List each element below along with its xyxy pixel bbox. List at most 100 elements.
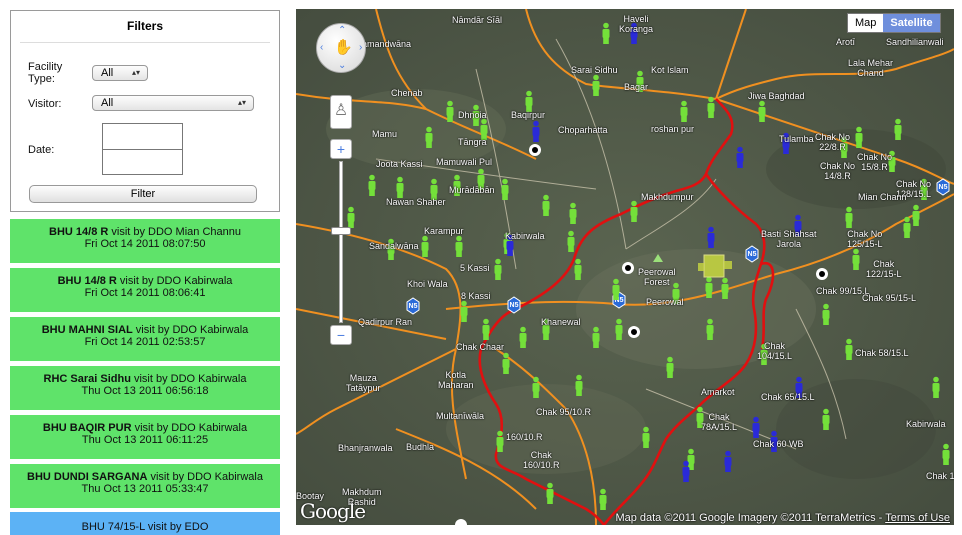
zoom-control[interactable]: + − (330, 139, 352, 345)
person-marker-icon[interactable] (396, 176, 404, 198)
person-marker-icon[interactable] (932, 376, 940, 398)
person-marker-icon[interactable] (615, 318, 623, 340)
place-label: Karampur (424, 226, 464, 236)
map-type-map-button[interactable]: Map (848, 14, 883, 32)
map-type-control[interactable]: Map Satellite (847, 13, 941, 33)
person-marker-icon[interactable] (546, 482, 554, 504)
pan-control[interactable]: ⌃ ⌄ ‹ › ✋ (316, 23, 366, 73)
map-type-satellite-button[interactable]: Satellite (883, 14, 940, 32)
person-marker-icon[interactable] (630, 200, 638, 222)
person-marker-icon[interactable] (822, 303, 830, 325)
facility-type-label: Facility Type: (28, 61, 63, 85)
person-marker-icon[interactable] (706, 318, 714, 340)
filters-divider (20, 42, 270, 43)
zoom-slider-track[interactable] (339, 161, 343, 323)
person-marker-icon[interactable] (758, 100, 766, 122)
place-label: Chak 58/15.L (855, 348, 909, 358)
person-marker-icon[interactable] (642, 426, 650, 448)
visit-facility: BHU MAHNI SIAL (41, 324, 133, 336)
date-field[interactable] (102, 123, 183, 175)
person-marker-icon[interactable] (446, 100, 454, 122)
person-marker-icon[interactable] (425, 126, 433, 148)
person-marker-icon[interactable] (501, 178, 509, 200)
pan-down-icon[interactable]: ⌄ (338, 60, 346, 71)
pan-up-icon[interactable]: ⌃ (338, 25, 346, 36)
hand-icon[interactable]: ✋ (334, 38, 353, 56)
person-marker-icon[interactable] (532, 376, 540, 398)
person-marker-icon[interactable] (494, 258, 502, 280)
n5-shield-icon: N5 (507, 296, 521, 314)
zoom-slider-thumb[interactable] (331, 227, 351, 235)
visit-visitor: visit by DDO Kabirwala (131, 422, 248, 434)
person-marker-icon[interactable] (894, 118, 902, 140)
person-marker-icon[interactable] (575, 374, 583, 396)
visitor-select[interactable]: All ▴▾ (92, 95, 254, 111)
person-marker-icon[interactable] (532, 120, 540, 142)
person-marker-icon[interactable] (724, 450, 732, 472)
person-marker-icon[interactable] (567, 230, 575, 252)
person-marker-icon[interactable] (752, 416, 760, 438)
place-label: Haveli Koranga (619, 14, 654, 34)
visit-item-partial[interactable]: BHU 74/15-L visit by EDO (10, 512, 280, 535)
person-marker-icon[interactable] (682, 460, 690, 482)
pan-right-icon[interactable]: › (359, 42, 362, 53)
visit-visitor: visit by DDO Kabirwala (130, 373, 247, 385)
visit-item[interactable]: RHC Sarai Sidhu visit by DDO Kabirwala T… (10, 366, 280, 410)
person-marker-icon[interactable] (502, 352, 510, 374)
person-marker-icon[interactable] (496, 430, 504, 452)
person-marker-icon[interactable] (912, 204, 920, 226)
person-marker-icon[interactable] (707, 96, 715, 118)
person-marker-icon[interactable] (705, 276, 713, 298)
person-marker-icon[interactable] (592, 326, 600, 348)
place-label: Bagar (624, 82, 649, 92)
place-label: Mamu (372, 129, 398, 139)
person-marker-icon[interactable] (525, 90, 533, 112)
person-marker-icon[interactable] (666, 356, 674, 378)
person-marker-icon[interactable] (845, 206, 853, 228)
terms-of-use-link[interactable]: Terms of Use (885, 512, 950, 524)
visit-item[interactable]: BHU 14/8 R visit by DDO Kabirwala Fri Oc… (10, 268, 280, 312)
place-label: Bhanjranwala (338, 443, 393, 453)
person-marker-icon[interactable] (845, 338, 853, 360)
map-view[interactable]: N5 N5 N5 N5 N5 Nāmdār SīālHaveliKorangaC… (296, 9, 954, 525)
person-marker-icon[interactable] (855, 126, 863, 148)
person-marker-icon[interactable] (942, 443, 950, 465)
visit-item[interactable]: BHU DUNDI SARGANA visit by DDO Kabirwala… (10, 464, 280, 508)
visit-item[interactable]: BHU MAHNI SIAL visit by DDO Kabirwala Fr… (10, 317, 280, 361)
visit-item[interactable]: BHU BAQIR PUR visit by DDO Kabirwala Thu… (10, 415, 280, 459)
person-marker-icon[interactable] (721, 277, 729, 299)
person-marker-icon[interactable] (569, 202, 577, 224)
person-marker-icon[interactable] (680, 100, 688, 122)
place-label: Chak 65/15.L (761, 392, 815, 402)
svg-text:N5: N5 (748, 251, 757, 258)
visit-item[interactable]: BHU 14/8 R visit by DDO Mian Channu Fri … (10, 219, 280, 263)
person-marker-icon[interactable] (707, 226, 715, 248)
person-marker-icon[interactable] (460, 300, 468, 322)
facility-type-select[interactable]: All ▴▾ (92, 65, 148, 81)
person-marker-icon[interactable] (612, 278, 620, 300)
zoom-out-button[interactable]: − (330, 325, 352, 345)
person-marker-icon[interactable] (482, 318, 490, 340)
zoom-in-button[interactable]: + (330, 139, 352, 159)
street-view-pegman-icon[interactable]: ♙ (330, 95, 352, 129)
person-marker-icon[interactable] (592, 74, 600, 96)
person-marker-icon[interactable] (852, 248, 860, 270)
person-marker-icon[interactable] (903, 216, 911, 238)
person-marker-icon[interactable] (574, 258, 582, 280)
place-label: Sandhilianwali (886, 37, 944, 47)
person-marker-icon[interactable] (602, 22, 610, 44)
person-marker-icon[interactable] (822, 408, 830, 430)
person-marker-icon[interactable] (542, 194, 550, 216)
pan-left-icon[interactable]: ‹ (320, 42, 323, 53)
filter-button[interactable]: Filter (29, 185, 257, 203)
person-marker-icon[interactable] (687, 448, 695, 470)
visit-facility: BHU 14/8 R (57, 275, 117, 287)
person-marker-icon[interactable] (599, 488, 607, 510)
person-marker-icon[interactable] (519, 326, 527, 348)
person-marker-icon[interactable] (736, 146, 744, 168)
facility-type-value: All (101, 67, 114, 79)
person-marker-icon[interactable] (455, 235, 463, 257)
person-marker-icon[interactable] (368, 174, 376, 196)
person-marker-icon[interactable] (421, 235, 429, 257)
place-label: Chak No 14/8.R (820, 161, 856, 181)
